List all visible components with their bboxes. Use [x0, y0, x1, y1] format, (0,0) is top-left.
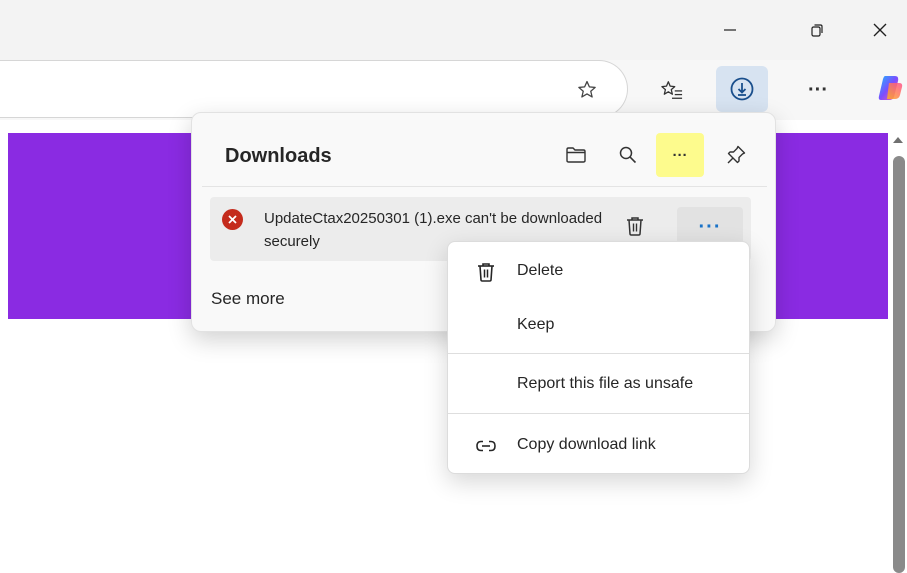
search-downloads-button[interactable]: [608, 135, 648, 175]
pin-downloads-button[interactable]: [716, 135, 756, 175]
pin-icon: [727, 145, 746, 164]
address-bar[interactable]: [0, 60, 628, 118]
menu-item-label: Delete: [517, 262, 564, 279]
restore-icon: [811, 24, 823, 37]
menu-separator: [448, 413, 749, 414]
see-more-link[interactable]: See more: [211, 289, 285, 309]
add-favorite-button[interactable]: [567, 70, 607, 110]
trash-icon: [474, 260, 498, 284]
trash-icon: [627, 217, 643, 236]
menu-item-label: Keep: [517, 316, 555, 333]
download-context-menu: Delete Keep Report this file as unsafe C…: [447, 241, 750, 474]
menu-item-delete[interactable]: Delete: [452, 248, 745, 296]
downloads-title: Downloads: [225, 145, 332, 167]
minimize-button[interactable]: [710, 12, 750, 48]
divider: [202, 186, 767, 187]
link-icon: [474, 434, 498, 458]
menu-separator: [448, 353, 749, 354]
copilot-button[interactable]: [860, 68, 907, 108]
delete-download-button[interactable]: [620, 211, 650, 241]
copilot-icon: [878, 76, 902, 100]
favorites-list-icon: [661, 81, 683, 99]
downloads-more-options-button[interactable]: ···: [656, 133, 704, 177]
favorites-button[interactable]: [652, 70, 692, 110]
restore-button[interactable]: [797, 12, 837, 48]
search-icon: [619, 146, 637, 164]
download-icon: [730, 77, 754, 101]
scroll-up-arrow-icon[interactable]: [893, 137, 903, 143]
scrollbar-thumb[interactable]: [893, 156, 905, 573]
menu-item-copy-link[interactable]: Copy download link: [452, 422, 745, 470]
close-window-button[interactable]: [860, 12, 900, 48]
open-downloads-folder-button[interactable]: [556, 135, 596, 175]
folder-icon: [566, 147, 586, 163]
settings-more-button[interactable]: ···: [798, 70, 838, 110]
more-icon: ···: [698, 215, 722, 238]
star-icon: [578, 80, 596, 98]
menu-item-label: Report this file as unsafe: [517, 375, 694, 392]
error-icon: [222, 209, 243, 230]
title-bar: [0, 0, 907, 60]
more-icon: ···: [672, 146, 688, 164]
close-icon: [873, 23, 887, 37]
menu-item-report-unsafe[interactable]: Report this file as unsafe: [452, 361, 745, 409]
menu-item-label: Copy download link: [517, 436, 656, 453]
downloads-button[interactable]: [716, 66, 768, 112]
more-icon: ···: [808, 78, 828, 101]
minimize-icon: [724, 29, 736, 31]
menu-item-keep[interactable]: Keep: [452, 302, 745, 350]
